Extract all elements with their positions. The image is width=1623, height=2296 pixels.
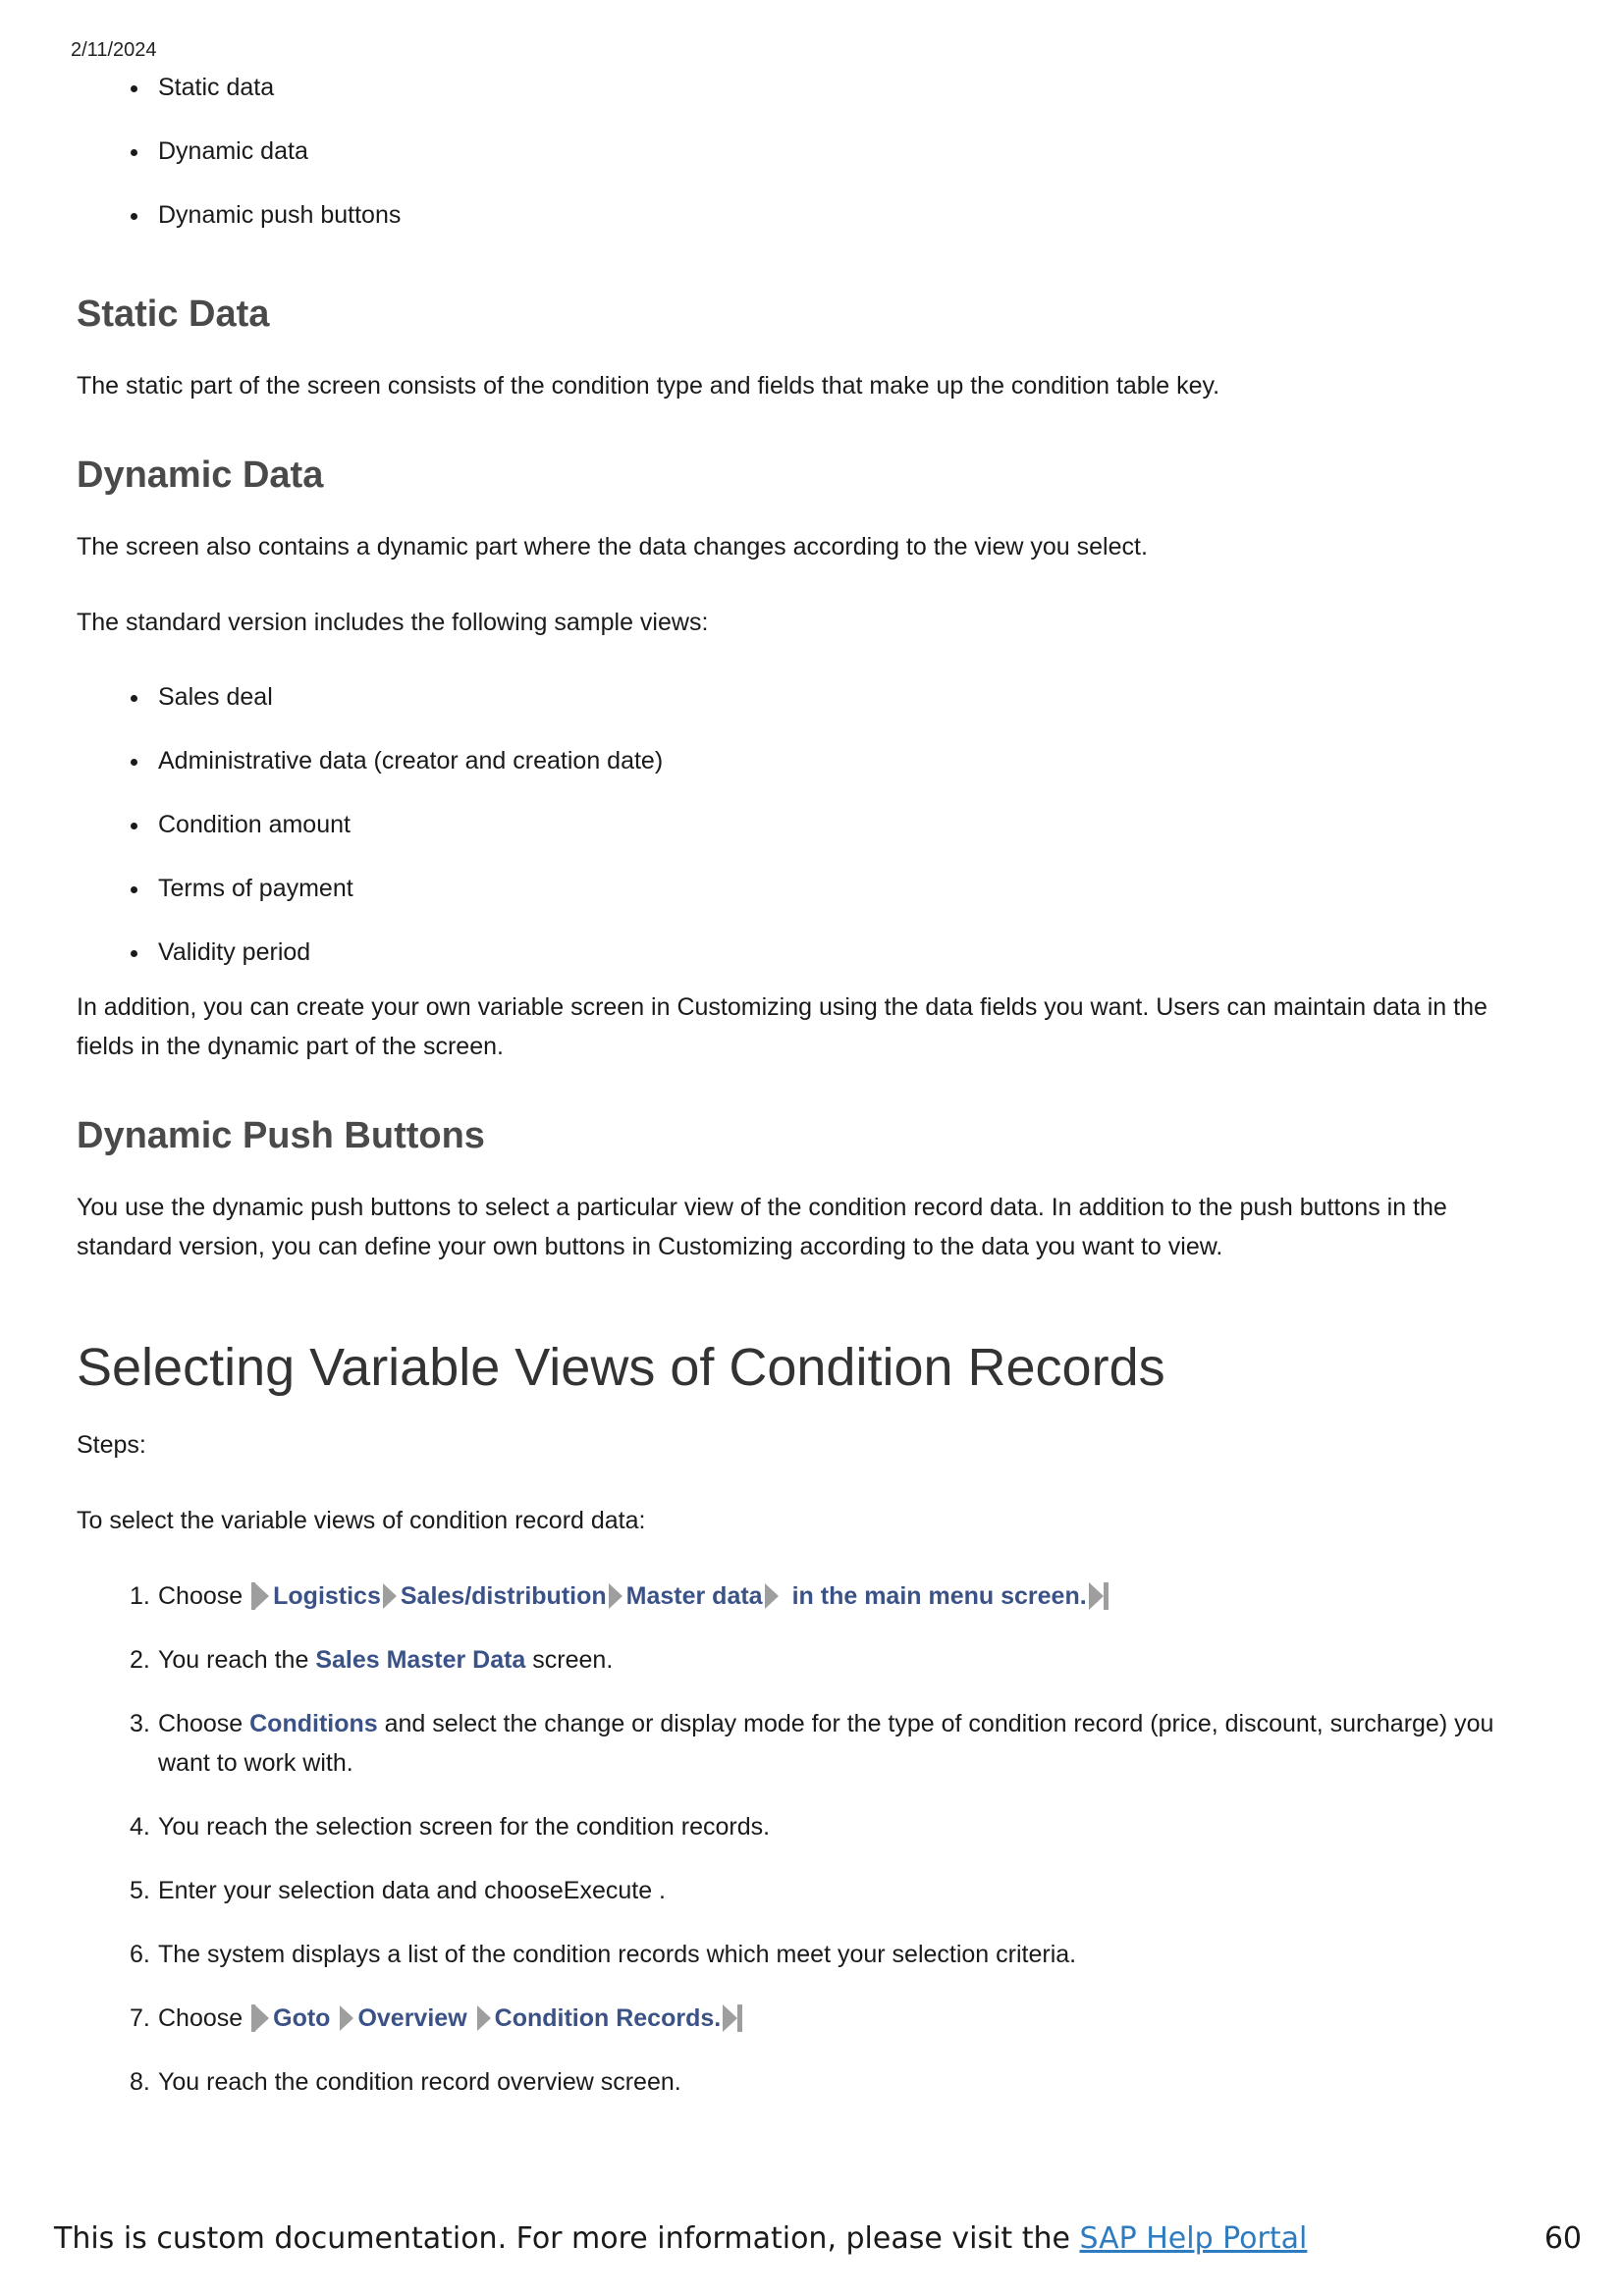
page-footer: This is custom documentation. For more i… bbox=[54, 2221, 1307, 2256]
step-number: 2. bbox=[130, 1646, 150, 1674]
list-item: Administrative data (creator and creatio… bbox=[77, 742, 1549, 806]
steps-intro: To select the variable views of conditio… bbox=[77, 1507, 646, 1534]
step-1: 1. Choose Logistics Sales/distribution Mas… bbox=[77, 1576, 1549, 1640]
step-number: 5. bbox=[130, 1877, 150, 1904]
heading-dynamic-push-buttons: Dynamic Push Buttons bbox=[77, 1115, 485, 1156]
push-buttons-text: You use the dynamic push buttons to sele… bbox=[77, 1194, 1447, 1260]
menu-path-goto[interactable]: Goto bbox=[273, 2004, 330, 2032]
menu-path-sales-distribution[interactable]: Sales/distribution bbox=[401, 1582, 607, 1610]
list-item: Static data bbox=[77, 69, 1549, 133]
sample-views-list: Sales deal Administrative data (creator … bbox=[77, 678, 1549, 997]
step-2: 2. You reach the Sales Master Data scree… bbox=[77, 1640, 1549, 1704]
step-6: 6. The system displays a list of the con… bbox=[77, 1935, 1549, 1999]
list-item: Condition amount bbox=[77, 806, 1549, 870]
step-text: You reach the bbox=[158, 1646, 316, 1674]
menu-path-end-icon bbox=[1088, 1582, 1104, 1610]
step-text: screen. bbox=[525, 1646, 614, 1674]
arrow-right-icon bbox=[764, 1583, 779, 1609]
menu-path-master-data[interactable]: Master data bbox=[626, 1582, 763, 1610]
step-text: Choose bbox=[158, 2004, 250, 2032]
link-sales-master-data[interactable]: Sales Master Data bbox=[315, 1646, 525, 1674]
footer-text: This is custom documentation. For more i… bbox=[54, 2221, 1080, 2256]
section-title: Selecting Variable Views of Condition Re… bbox=[77, 1338, 1165, 1397]
intro-bullet-list: Static data Dynamic data Dynamic push bu… bbox=[77, 69, 1549, 260]
sap-help-portal-link[interactable]: SAP Help Portal bbox=[1079, 2221, 1307, 2256]
step-number: 4. bbox=[130, 1813, 150, 1841]
menu-path-logistics[interactable]: Logistics bbox=[273, 1582, 381, 1610]
menu-path-end-icon bbox=[723, 2004, 738, 2032]
step-number: 7. bbox=[130, 2004, 150, 2032]
step-text: Choose bbox=[158, 1582, 250, 1610]
list-item: Dynamic data bbox=[77, 133, 1549, 196]
menu-path-main-menu[interactable]: in the main menu screen. bbox=[792, 1582, 1087, 1610]
arrow-right-icon bbox=[476, 2005, 491, 2031]
step-number: 8. bbox=[130, 2068, 150, 2096]
document-body: Static data Dynamic data Dynamic push bu… bbox=[77, 69, 1549, 2126]
arrow-right-icon bbox=[382, 1583, 397, 1609]
heading-static-data: Static Data bbox=[77, 294, 270, 335]
list-item: Terms of payment bbox=[77, 870, 1549, 934]
steps-list: 1. Choose Logistics Sales/distribution Mas… bbox=[77, 1576, 1549, 2126]
step-text: You reach the condition record overview … bbox=[158, 2068, 681, 2096]
custom-screen-text: In addition, you can create your own var… bbox=[77, 993, 1488, 1060]
arrow-right-icon bbox=[255, 2005, 270, 2031]
arrow-right-icon bbox=[340, 2005, 354, 2031]
step-number: 3. bbox=[130, 1710, 150, 1737]
dynamic-data-text: The screen also contains a dynamic part … bbox=[77, 533, 1148, 561]
menu-path-end-bar-icon bbox=[1103, 1582, 1109, 1610]
step-3: 3. Choose Conditions and select the chan… bbox=[77, 1704, 1549, 1807]
sample-views-intro: The standard version includes the follow… bbox=[77, 609, 709, 636]
step-number: 6. bbox=[130, 1941, 150, 1968]
list-item: Sales deal bbox=[77, 678, 1549, 742]
page-number: 60 bbox=[1543, 2221, 1582, 2256]
heading-dynamic-data: Dynamic Data bbox=[77, 454, 324, 496]
static-data-text: The static part of the screen consists o… bbox=[77, 372, 1220, 400]
step-text: Enter your selection data and chooseExec… bbox=[158, 1877, 666, 1904]
steps-label: Steps: bbox=[77, 1431, 146, 1459]
step-5: 5. Enter your selection data and chooseE… bbox=[77, 1871, 1549, 1935]
link-conditions[interactable]: Conditions bbox=[249, 1710, 378, 1737]
arrow-right-icon bbox=[255, 1583, 270, 1609]
menu-path-end-bar-icon bbox=[737, 2004, 743, 2032]
step-text: Choose bbox=[158, 1710, 250, 1737]
menu-path-condition-records[interactable]: Condition Records. bbox=[495, 2004, 722, 2032]
menu-path-overview[interactable]: Overview bbox=[357, 2004, 466, 2032]
list-item: Dynamic push buttons bbox=[77, 196, 1549, 260]
step-text: The system displays a list of the condit… bbox=[158, 1941, 1077, 1968]
step-7: 7. Choose Goto Overview Condition Records. bbox=[77, 1999, 1549, 2062]
step-text: You reach the selection screen for the c… bbox=[158, 1813, 771, 1841]
step-4: 4. You reach the selection screen for th… bbox=[77, 1807, 1549, 1871]
list-item: Validity period bbox=[77, 934, 1549, 997]
step-number: 1. bbox=[130, 1582, 150, 1610]
arrow-right-icon bbox=[608, 1583, 622, 1609]
step-8: 8. You reach the condition record overvi… bbox=[77, 2062, 1549, 2126]
page-date: 2/11/2024 bbox=[71, 39, 157, 61]
